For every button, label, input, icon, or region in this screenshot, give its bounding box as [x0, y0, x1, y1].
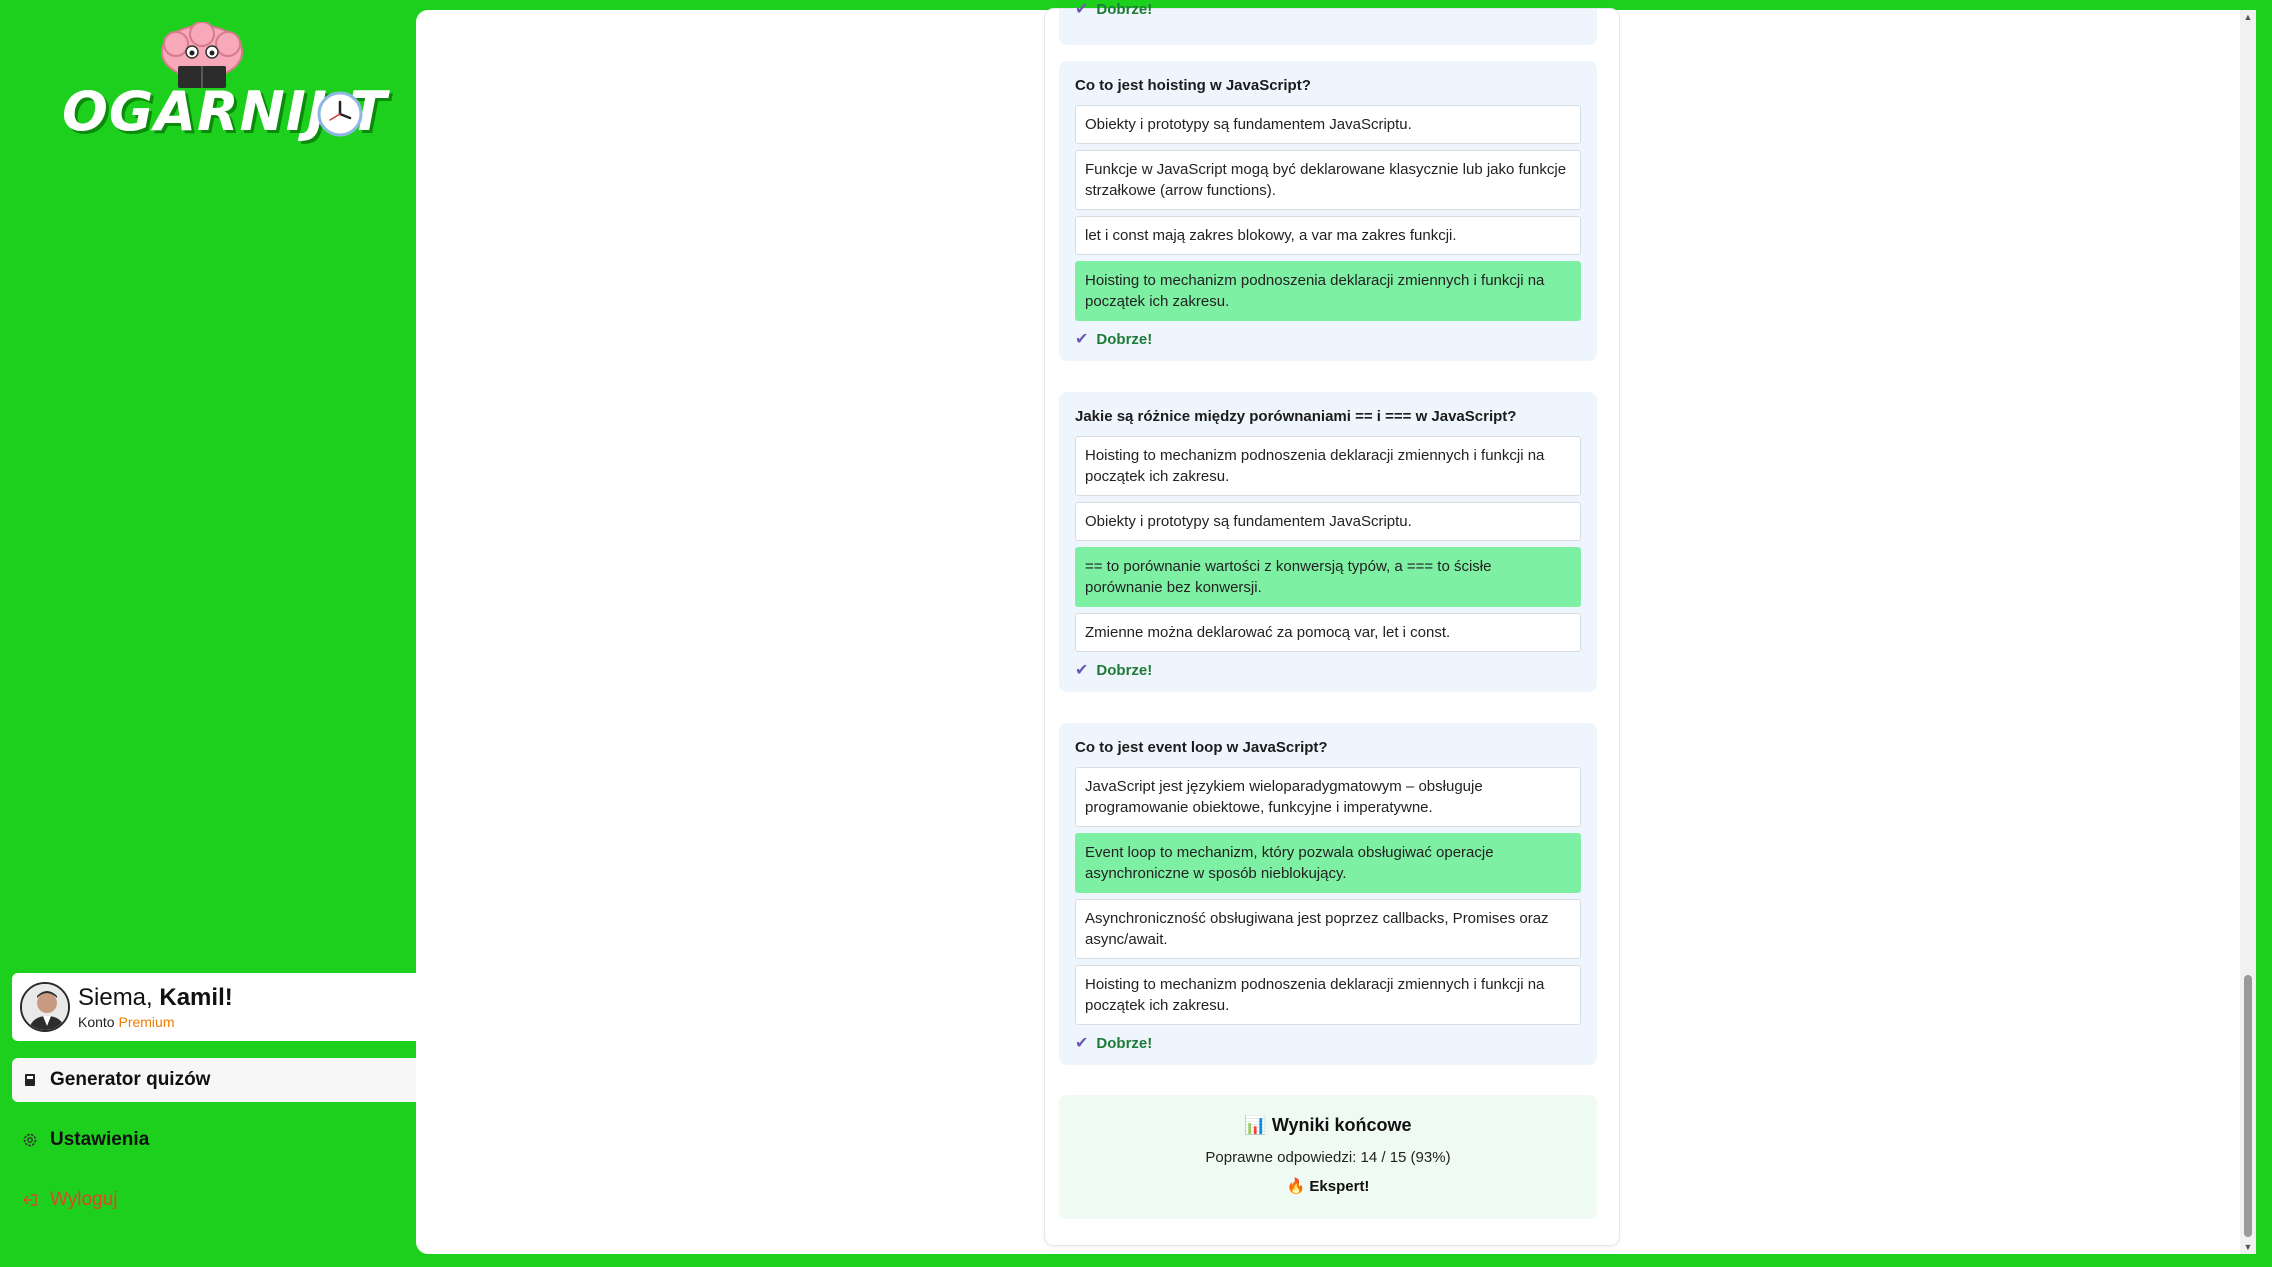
nav-item-generator[interactable]: Generator quizów [12, 1058, 416, 1102]
quiz-results-container: ✔ Dobrze! Co to jest hoisting w JavaScri… [1044, 1, 1620, 1246]
scrollbar[interactable]: ▲ ▼ [2240, 10, 2256, 1254]
answer-feedback: ✔ Dobrze! [1075, 660, 1581, 680]
answer-option[interactable]: Zmienne można deklarować za pomocą var, … [1075, 613, 1581, 652]
results-title-text: Wyniki końcowe [1271, 1115, 1412, 1135]
level-badge-text: Ekspert! [1309, 1178, 1370, 1195]
logout-icon [22, 1192, 38, 1208]
nav-label-settings: Ustawienia [50, 1129, 150, 1150]
feedback-text: Dobrze! [1096, 0, 1153, 18]
chart-icon: 📊 [1244, 1115, 1267, 1135]
question-card: Jakie są różnice między porównaniami == … [1059, 392, 1597, 692]
nav-label-generator: Generator quizów [50, 1069, 211, 1090]
answer-option-correct[interactable]: Hoisting to mechanizm podnoszenia deklar… [1075, 261, 1581, 321]
answer-option[interactable]: Asynchroniczność obsługiwana jest poprze… [1075, 899, 1581, 959]
check-icon: ✔ [1075, 662, 1089, 679]
gear-icon [22, 1132, 38, 1148]
question-card-previous: ✔ Dobrze! [1059, 1, 1597, 45]
answer-option[interactable]: Obiekty i prototypy są fundamentem JavaS… [1075, 105, 1581, 144]
scroll-up-arrow-icon[interactable]: ▲ [2243, 12, 2253, 22]
brand-logo[interactable]: OGARNIJ.T [58, 20, 386, 150]
scroll-down-arrow-icon[interactable]: ▼ [2243, 1242, 2253, 1252]
book-icon [22, 1072, 38, 1088]
answer-feedback: ✔ Dobrze! [1075, 329, 1581, 349]
answer-feedback: ✔ Dobrze! [1075, 0, 1152, 19]
greeting: Siema, Kamil! [78, 984, 233, 1012]
user-avatar-icon [22, 984, 68, 1030]
answer-option[interactable]: Funkcje w JavaScript mogą być deklarowan… [1075, 150, 1581, 210]
answer-option[interactable]: Hoisting to mechanizm podnoszenia deklar… [1075, 436, 1581, 496]
answer-option-correct[interactable]: == to porównanie wartości z konwersją ty… [1075, 547, 1581, 607]
answer-feedback: ✔ Dobrze! [1075, 1033, 1581, 1053]
scrollbar-thumb[interactable] [2244, 975, 2252, 1237]
question-title: Co to jest hoisting w JavaScript? [1075, 77, 1311, 94]
answer-option[interactable]: Hoisting to mechanizm podnoszenia deklar… [1075, 965, 1581, 1025]
user-name: Kamil! [159, 984, 233, 1011]
final-results-panel: 📊 Wyniki końcowe Poprawne odpowiedzi: 14… [1059, 1095, 1597, 1219]
check-icon: ✔ [1075, 1035, 1089, 1052]
clock-icon [317, 91, 363, 137]
question-card: Co to jest hoisting w JavaScript? Obiekt… [1059, 61, 1597, 361]
avatar [20, 982, 70, 1032]
feedback-text: Dobrze! [1096, 1034, 1153, 1052]
account-type: Konto Premium [78, 1014, 233, 1030]
main-panel: ✔ Dobrze! Co to jest hoisting w JavaScri… [416, 1, 2256, 1254]
account-prefix: Konto [78, 1014, 119, 1030]
nav-item-settings[interactable]: Ustawienia [12, 1118, 416, 1162]
feedback-text: Dobrze! [1096, 330, 1153, 348]
nav-label-logout: Wyloguj [50, 1189, 118, 1210]
nav-item-logout[interactable]: Wyloguj [12, 1178, 416, 1222]
check-icon: ✔ [1075, 1, 1089, 18]
answer-option-correct[interactable]: Event loop to mechanizm, który pozwala o… [1075, 833, 1581, 893]
results-title: 📊 Wyniki końcowe [1059, 1115, 1597, 1136]
question-card: Co to jest event loop w JavaScript? Java… [1059, 723, 1597, 1065]
score-line: Poprawne odpowiedzi: 14 / 15 (93%) [1205, 1149, 1451, 1166]
answer-option[interactable]: let i const mają zakres blokowy, a var m… [1075, 216, 1581, 255]
account-premium-label: Premium [118, 1014, 175, 1030]
answer-option[interactable]: Obiekty i prototypy są fundamentem JavaS… [1075, 502, 1581, 541]
question-title: Co to jest event loop w JavaScript? [1075, 739, 1328, 756]
level-badge: 🔥 Ekspert! [1059, 1177, 1597, 1195]
question-title: Jakie są różnice między porównaniami == … [1075, 408, 1517, 425]
user-card[interactable]: Siema, Kamil! Konto Premium [12, 973, 416, 1041]
fire-icon: 🔥 [1286, 1178, 1306, 1195]
answer-option[interactable]: JavaScript jest językiem wieloparadygmat… [1075, 767, 1581, 827]
feedback-text: Dobrze! [1096, 661, 1153, 679]
check-icon: ✔ [1075, 331, 1089, 348]
greeting-prefix: Siema, [78, 984, 160, 1011]
